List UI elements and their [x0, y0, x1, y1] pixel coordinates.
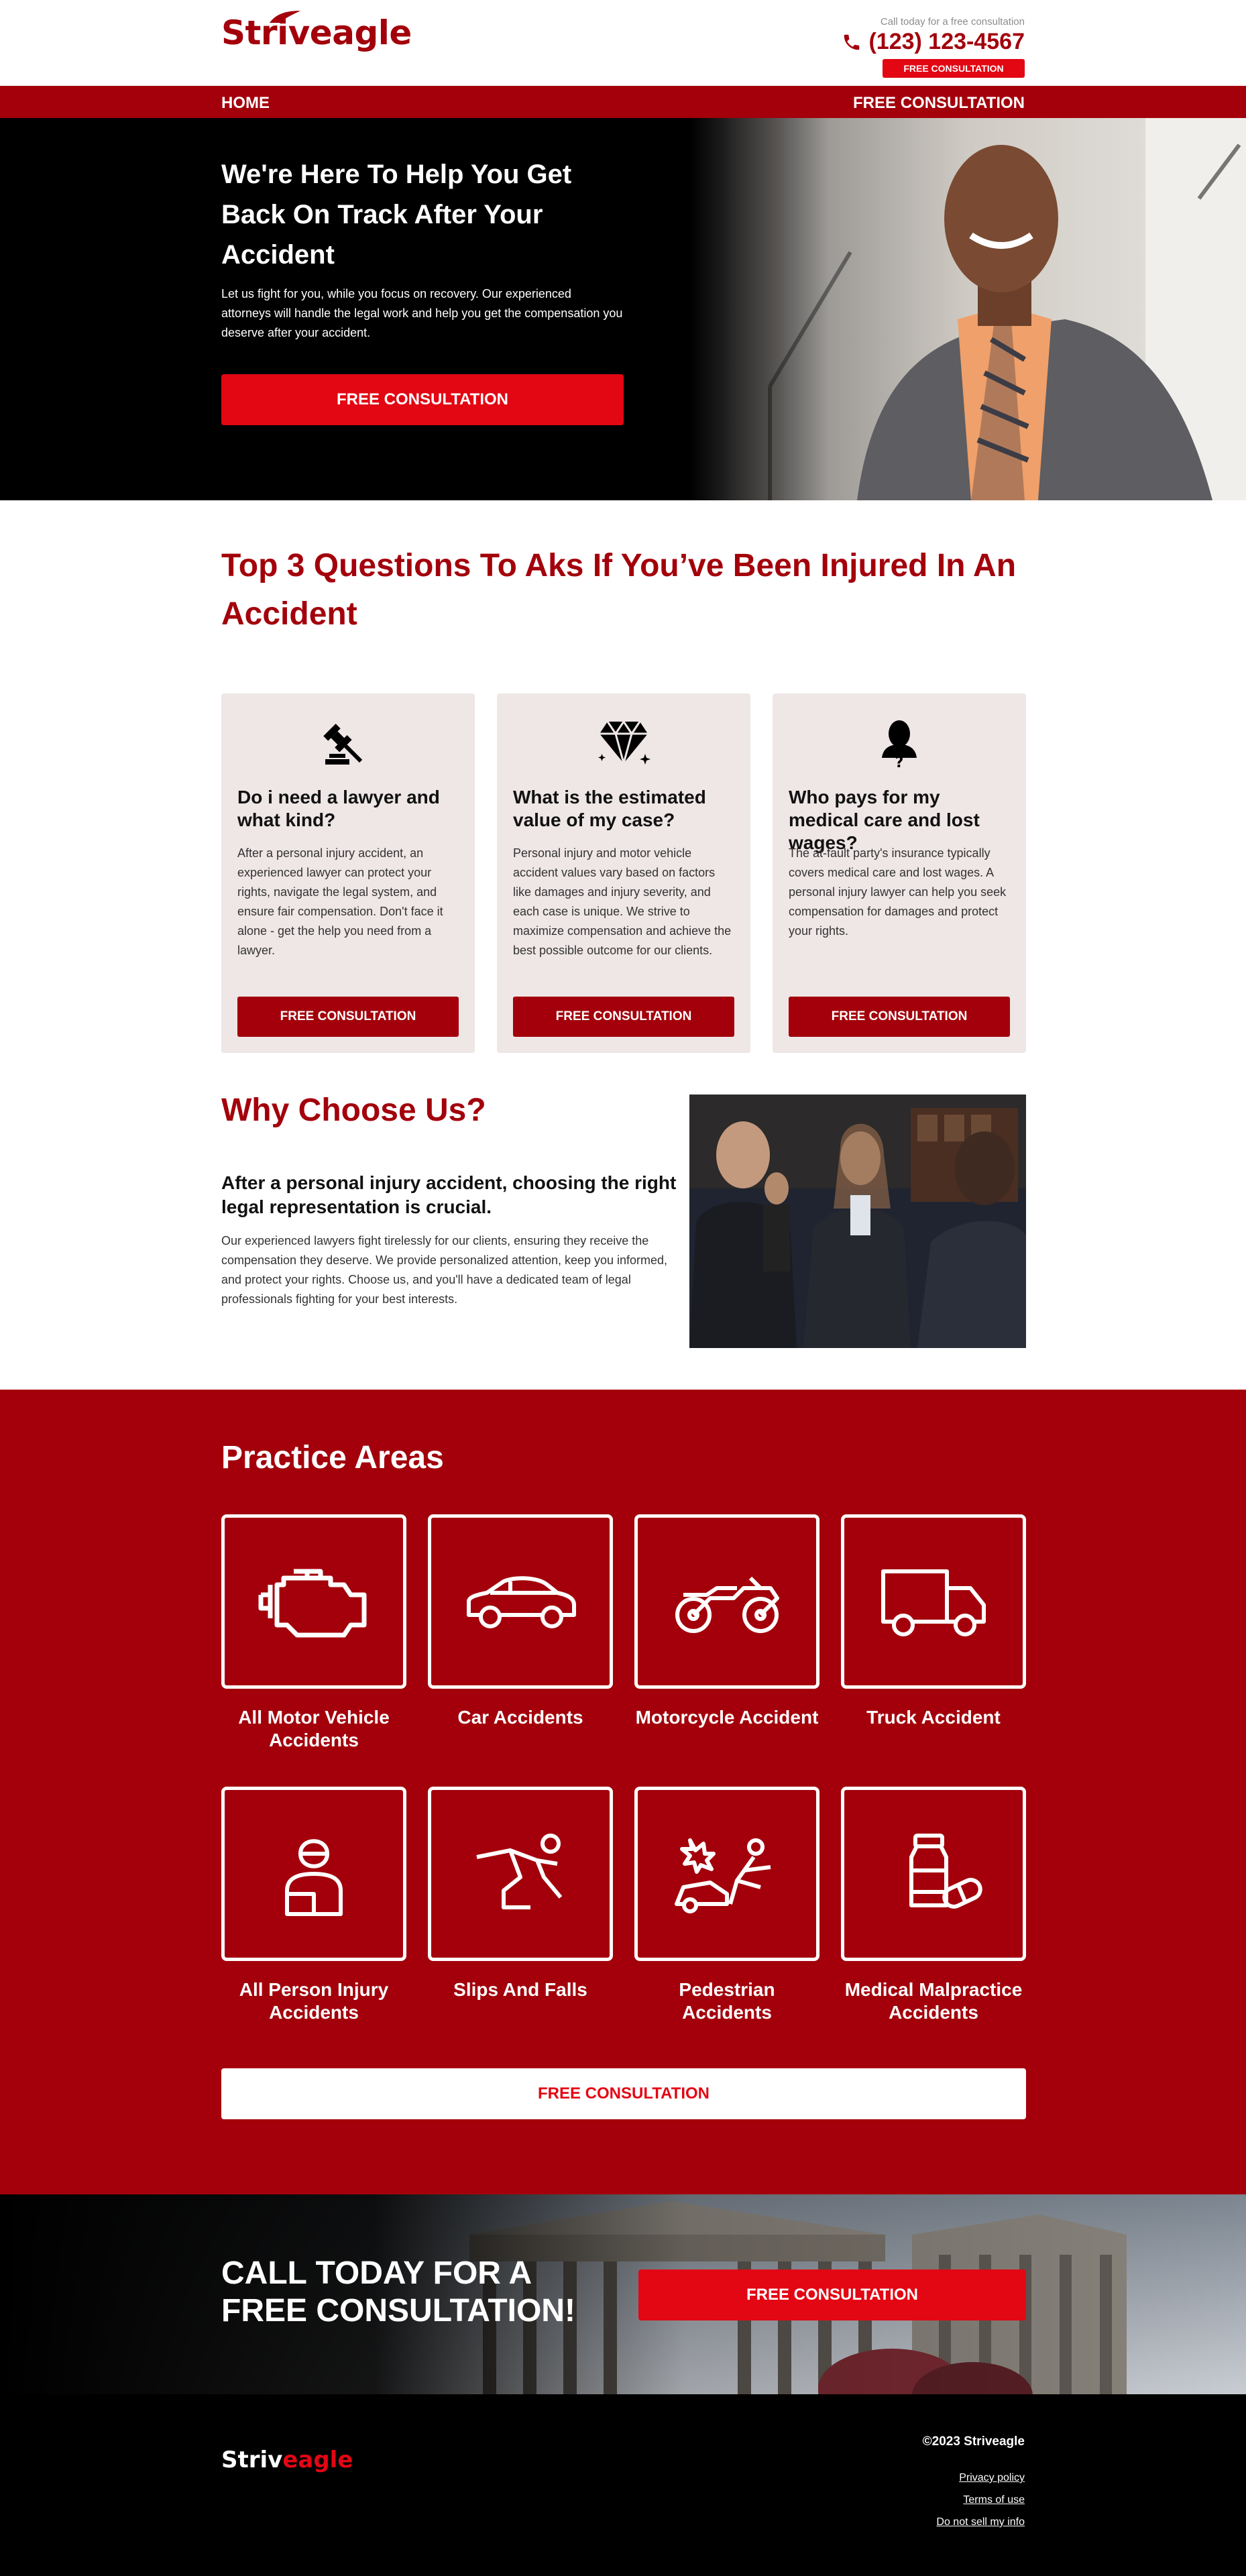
practice-area-slips-falls[interactable]: Slips And Falls: [428, 1787, 613, 2001]
hero-section: We're Here To Help You Get Back On Track…: [0, 118, 1246, 500]
diamond-icon: [598, 720, 650, 767]
practice-area-label: Pedestrian Accidents: [679, 1979, 775, 2023]
hero-consultation-button[interactable]: FREE CONSULTATION: [221, 374, 624, 425]
header-consultation-button[interactable]: FREE CONSULTATION: [883, 59, 1025, 78]
why-description: Our experienced lawyers fight tirelessly…: [221, 1234, 668, 1306]
logo[interactable]: Striveagle: [221, 11, 412, 52]
practice-area-motorcycle[interactable]: Motorcycle Accident: [634, 1514, 819, 1729]
main-nav: HOME FREE CONSULTATION: [0, 86, 1246, 118]
practice-area-car[interactable]: Car Accidents: [428, 1514, 613, 1729]
injured-person-icon: [285, 1839, 343, 1916]
practice-title: Practice Areas: [221, 1440, 444, 1475]
practice-area-label: Truck Accident: [866, 1707, 1001, 1728]
practice-area-medical-malpractice[interactable]: Medical Malpractice Accidents: [841, 1787, 1026, 2024]
copyright: ©2023 Striveagle: [922, 2434, 1025, 2449]
terms-of-use-link[interactable]: Terms of use: [936, 2494, 1025, 2506]
question-cards: Do i need a lawyer and what kind? After …: [221, 693, 1026, 1053]
why-title: Why Choose Us?: [221, 1093, 486, 1128]
question-text: Personal injury and motor vehicle accide…: [513, 846, 732, 957]
person-question-icon: ?: [882, 720, 917, 769]
truck-icon: [881, 1569, 986, 1636]
logo-text: Striveagle: [221, 13, 412, 52]
engine-icon: [258, 1569, 367, 1638]
slip-fall-icon: [476, 1834, 563, 1909]
practice-area-label: Motorcycle Accident: [635, 1707, 819, 1728]
practice-area-label: Medical Malpractice Accidents: [844, 1979, 1023, 2023]
questions-title: Top 3 Questions To Aks If You’ve Been In…: [221, 548, 1017, 632]
question-text: The at-fault party's insurance typically…: [789, 846, 1007, 938]
phone-link[interactable]: (123) 123-4567: [842, 29, 1025, 55]
question-card: What is the estimated value of my case? …: [497, 693, 750, 1053]
question-heading: What is the estimated value of my case?: [513, 787, 706, 830]
phone-number: (123) 123-4567: [868, 29, 1025, 54]
gavel-icon: [323, 724, 363, 765]
pedestrian-icon: [675, 1838, 771, 1913]
privacy-policy-link[interactable]: Privacy policy: [936, 2472, 1025, 2484]
practice-area-label: Car Accidents: [457, 1707, 583, 1728]
question-card: ? Who pays for my medical care and lost …: [773, 693, 1026, 1053]
footer-links: Privacy policy Terms of use Do not sell …: [936, 2472, 1025, 2538]
practice-area-label: All Motor Vehicle Accidents: [238, 1707, 390, 1750]
practice-area-truck[interactable]: Truck Accident: [841, 1514, 1026, 1729]
footer-logo[interactable]: Striveagle: [221, 2447, 353, 2473]
card-consultation-button[interactable]: FREE CONSULTATION: [237, 997, 459, 1037]
practice-consultation-button[interactable]: FREE CONSULTATION: [221, 2068, 1026, 2119]
svg-text:?: ?: [895, 754, 904, 769]
hero-title: We're Here To Help You Get Back On Track…: [221, 160, 572, 270]
header-contact: Call today for a free consultation (123)…: [842, 16, 1025, 78]
call-title: CALL TODAY FOR A FREE CONSULTATION!: [221, 2255, 575, 2329]
why-subtitle: After a personal injury accident, choosi…: [221, 1172, 677, 1217]
practice-area-label: Slips And Falls: [453, 1979, 587, 2000]
medicine-icon: [909, 1834, 982, 1909]
question-text: After a personal injury accident, an exp…: [237, 846, 443, 957]
card-consultation-button[interactable]: FREE CONSULTATION: [513, 997, 734, 1037]
nav-home[interactable]: HOME: [221, 94, 270, 113]
practice-area-label: All Person Injury Accidents: [239, 1979, 389, 2023]
practice-areas-section: Practice Areas All Motor Vehicle Acciden…: [0, 1390, 1246, 2194]
practice-area-pedestrian[interactable]: Pedestrian Accidents: [634, 1787, 819, 2024]
call-to-action-band: CALL TODAY FOR A FREE CONSULTATION! FREE…: [0, 2194, 1246, 2394]
practice-area-motor-vehicle[interactable]: All Motor Vehicle Accidents: [221, 1514, 406, 1752]
consultation-note: Call today for a free consultation: [880, 16, 1025, 27]
question-heading: Do i need a lawyer and what kind?: [237, 787, 440, 830]
top-header: Striveagle Call today for a free consult…: [0, 0, 1246, 86]
question-card: Do i need a lawyer and what kind? After …: [221, 693, 475, 1053]
footer-logo-accent: eagle: [282, 2447, 353, 2473]
motorcycle-icon: [675, 1576, 779, 1633]
call-consultation-button[interactable]: FREE CONSULTATION: [638, 2270, 1026, 2320]
nav-free-consultation[interactable]: FREE CONSULTATION: [853, 94, 1025, 113]
hero-description: Let us fight for you, while you focus on…: [221, 287, 623, 339]
footer: Striveagle ©2023 Striveagle Privacy poli…: [0, 2394, 1246, 2576]
hero-lawyer-photo: [689, 118, 1246, 500]
do-not-sell-link[interactable]: Do not sell my info: [936, 2516, 1025, 2528]
phone-icon: [844, 34, 860, 50]
footer-logo-main: Striv: [221, 2447, 283, 2473]
card-consultation-button[interactable]: FREE CONSULTATION: [789, 997, 1010, 1037]
team-photo: [689, 1095, 1026, 1348]
car-icon: [467, 1576, 576, 1628]
practice-area-personal-injury[interactable]: All Person Injury Accidents: [221, 1787, 406, 2024]
eagle-wing-icon: [270, 11, 300, 23]
courthouse-photo: [0, 2194, 1246, 2394]
